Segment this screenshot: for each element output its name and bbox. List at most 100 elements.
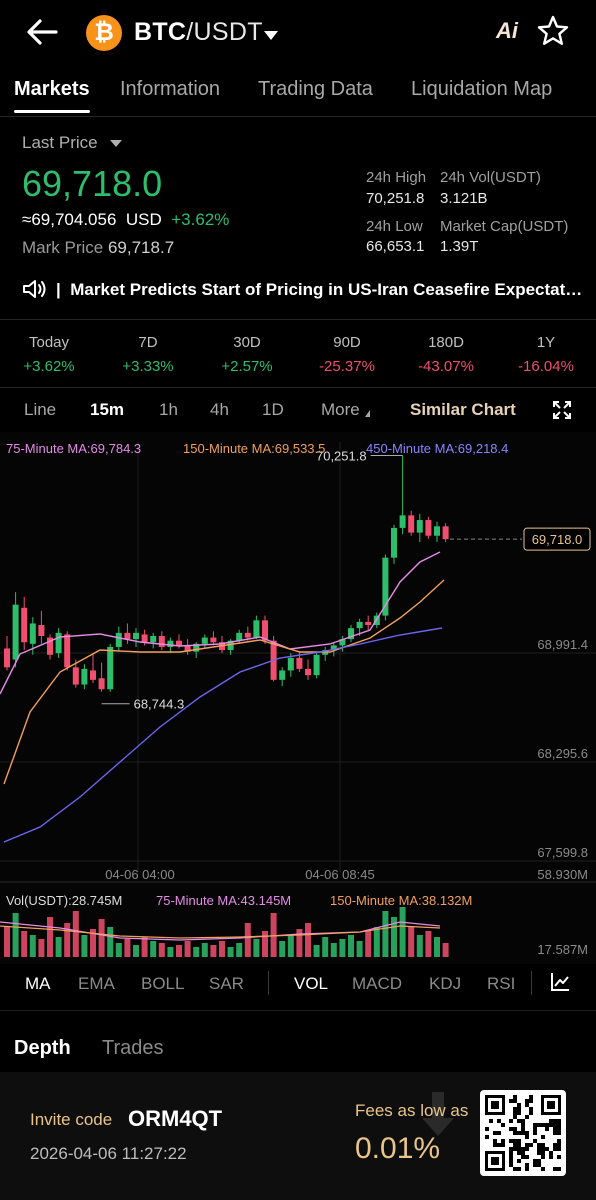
usd-equivalent: ≈69,704.056 USD +3.62% — [22, 210, 230, 229]
timeframe-1d[interactable]: 1D — [262, 400, 284, 420]
volume-bar — [279, 941, 286, 957]
timeframe-1h[interactable]: 1h — [159, 400, 178, 420]
indicator-sar[interactable]: SAR — [209, 974, 244, 994]
qr-module — [537, 1151, 541, 1155]
candle-body — [158, 635, 165, 647]
candle-body — [38, 625, 45, 636]
perf-180d: 180D -43.07% — [418, 334, 474, 375]
indicator-boll[interactable]: BOLL — [141, 974, 184, 994]
timeframe-line[interactable]: Line — [24, 400, 56, 420]
qr-module — [521, 1119, 525, 1123]
tab-trades[interactable]: Trades — [102, 1037, 164, 1060]
candle-body — [124, 632, 131, 640]
qr-module — [513, 1095, 517, 1099]
qr-module — [557, 1147, 561, 1151]
back-arrow-icon[interactable] — [22, 14, 62, 50]
qr-module — [549, 1123, 553, 1127]
volume-bar — [72, 911, 79, 957]
volume-min-label: 17.587M — [537, 942, 588, 957]
tab-depth[interactable]: Depth — [14, 1037, 71, 1060]
similar-chart-button[interactable]: Similar Chart — [410, 400, 516, 420]
tab-markets[interactable]: Markets — [14, 78, 90, 101]
candle-body — [90, 670, 96, 680]
tab-liquidation-map[interactable]: Liquidation Map — [411, 78, 552, 101]
ai-assistant-icon[interactable]: Ai — [496, 18, 518, 44]
qr-module — [501, 1143, 505, 1147]
ma75-legend: 75-Minute MA:69,784.3 — [6, 441, 142, 456]
candle-body — [29, 623, 36, 644]
volume-label: Vol(USDT):28.745M — [6, 893, 122, 908]
caret-down-icon[interactable] — [110, 140, 122, 147]
volume-bar — [287, 935, 294, 957]
invite-code-label: Invite code — [30, 1110, 113, 1129]
indicator-macd[interactable]: MACD — [352, 974, 402, 994]
qr-module — [517, 1167, 521, 1171]
caret-down-icon[interactable] — [264, 31, 278, 40]
last-price-value: 69,718.0 — [22, 163, 163, 204]
high-24h-label: 24h High — [366, 169, 427, 186]
qr-module — [537, 1123, 541, 1127]
qr-module — [557, 1167, 561, 1171]
fees-value: 0.01% — [355, 1132, 441, 1165]
volume-bar — [442, 943, 449, 957]
timeframe-more[interactable]: More — [321, 400, 360, 420]
pair-selector[interactable]: BTC/USDT — [134, 18, 263, 47]
candle-body — [244, 632, 251, 638]
low-marker-label: 68,744.3 — [134, 697, 185, 712]
price-chart[interactable]: 69,718.0 70,251.8 68,744.3 68,991.4 68,295.6… — [0, 432, 596, 964]
ma450-legend: 450-Minute MA:69,218.4 — [366, 441, 509, 456]
qr-module — [513, 1111, 517, 1115]
volume-ma75-label: 75-Minute MA:43.145M — [156, 893, 291, 908]
volume-bar — [339, 939, 346, 957]
news-ticker[interactable]: | Market Predicts Start of Pricing in US… — [56, 280, 584, 300]
pair-quote: /USDT — [186, 18, 263, 46]
qr-module — [517, 1139, 521, 1143]
candle-body — [141, 634, 148, 643]
volume-bar — [356, 941, 363, 957]
qr-module — [541, 1155, 545, 1159]
indicator-ema[interactable]: EMA — [78, 974, 115, 994]
qr-module — [513, 1143, 517, 1147]
candlestick-chart[interactable]: 69,718.070,251.868,744.368,991.468,295.6… — [0, 432, 596, 964]
promo-timestamp: 2026-04-06 11:27:22 — [30, 1144, 187, 1163]
bitcoin-logo-icon: ₿ — [86, 15, 122, 51]
qr-module — [529, 1143, 533, 1147]
qr-module — [509, 1119, 513, 1123]
indicator-vol[interactable]: VOL — [294, 974, 328, 994]
candle-body — [21, 607, 28, 643]
qr-module — [493, 1143, 497, 1147]
volume-bar — [38, 939, 45, 957]
qr-module — [485, 1127, 489, 1131]
more-triangle-icon — [365, 410, 370, 417]
tab-trading-data[interactable]: Trading Data — [258, 78, 373, 101]
candle-body — [201, 637, 208, 644]
last-price-label[interactable]: Last Price — [22, 133, 98, 153]
low-24h-label: 24h Low — [366, 218, 423, 235]
volume-ma150-label: 150-Minute MA:38.132M — [330, 893, 472, 908]
star-icon[interactable] — [536, 14, 570, 48]
qr-module — [545, 1123, 549, 1127]
volume-bar — [244, 923, 251, 957]
y-axis-label: 68,991.4 — [537, 637, 588, 652]
qr-module — [537, 1163, 541, 1167]
qr-module — [533, 1139, 537, 1143]
divider — [0, 116, 596, 117]
candle-body — [98, 678, 105, 690]
volume-bar — [296, 929, 303, 957]
timeframe-4h[interactable]: 4h — [210, 400, 229, 420]
qr-module — [509, 1127, 513, 1131]
indicator-ma[interactable]: MA — [25, 974, 51, 994]
qr-module — [557, 1155, 561, 1159]
indicator-rsi[interactable]: RSI — [487, 974, 515, 994]
volume-max-label: 58.930M — [537, 867, 588, 882]
indicator-kdj[interactable]: KDJ — [429, 974, 461, 994]
fullscreen-icon[interactable] — [551, 399, 573, 421]
qr-module — [525, 1115, 529, 1119]
drawing-tools-icon[interactable] — [549, 971, 571, 993]
tab-information[interactable]: Information — [120, 78, 220, 101]
y-axis-label: 67,599.8 — [537, 845, 588, 860]
candle-body — [167, 640, 174, 647]
qr-module — [521, 1151, 525, 1155]
timeframe-15m[interactable]: 15m — [90, 400, 124, 420]
qr-module — [533, 1163, 537, 1167]
